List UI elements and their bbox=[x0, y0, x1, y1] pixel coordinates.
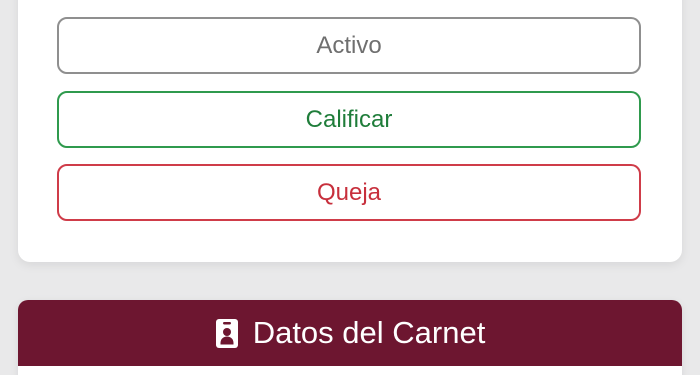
calificar-button[interactable]: Calificar bbox=[57, 91, 641, 148]
carnet-data-card: Datos del Carnet bbox=[18, 300, 682, 375]
queja-button[interactable]: Queja bbox=[57, 164, 641, 221]
carnet-header: Datos del Carnet bbox=[18, 300, 682, 366]
carnet-title: Datos del Carnet bbox=[252, 315, 486, 350]
id-badge-icon bbox=[215, 318, 239, 349]
status-actions-card: Activo Calificar Queja bbox=[18, 0, 682, 262]
screen: Activo Calificar Queja Datos del Carnet bbox=[0, 0, 700, 375]
activo-button[interactable]: Activo bbox=[57, 17, 641, 74]
